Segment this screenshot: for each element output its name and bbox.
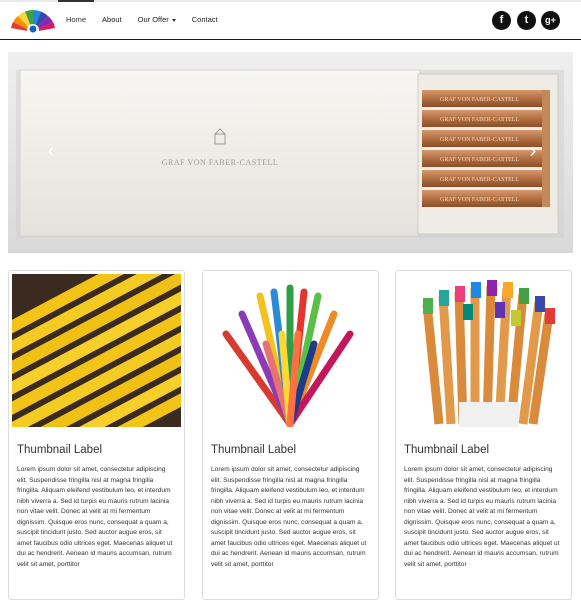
- navbar: Home About Our Offer Contact f t g+: [0, 0, 581, 40]
- thumbnail-card: Thumbnail Label Lorem ipsum dolor sit am…: [8, 270, 185, 600]
- nav-item-label: Contact: [191, 15, 218, 24]
- yellow-pencils-image[interactable]: [12, 274, 181, 427]
- thumbnail-card: Thumbnail Label Lorem ipsum dolor sit am…: [395, 270, 572, 600]
- twitter-icon[interactable]: t: [517, 11, 536, 30]
- carousel-slide-image: GRAF VON FABER-CASTELL GRAF VON FABER-CA…: [8, 52, 573, 253]
- colored-pencils-image[interactable]: [206, 274, 375, 427]
- markers-in-cup-image[interactable]: [399, 274, 568, 427]
- caret-down-icon: [171, 18, 176, 22]
- facebook-icon[interactable]: f: [492, 11, 511, 30]
- main-nav: Home About Our Offer Contact: [58, 0, 226, 39]
- thumbnail-label: Thumbnail Label: [211, 444, 297, 456]
- google-plus-icon[interactable]: g+: [541, 11, 560, 30]
- carousel-prev-button[interactable]: ‹: [44, 140, 58, 162]
- facebook-glyph: f: [499, 14, 504, 26]
- nav-item-label: About: [102, 15, 122, 24]
- nav-item-home[interactable]: Home: [58, 0, 95, 39]
- chevron-left-icon: ‹: [47, 140, 55, 162]
- thumbnail-label: Thumbnail Label: [404, 444, 490, 456]
- pencil-imprint: GRAF VON FABER-CASTELL: [440, 197, 519, 203]
- nav-item-label: Home: [66, 15, 87, 24]
- thumbnail-text: Lorem ipsum dolor sit amet, consectetur …: [17, 466, 173, 568]
- carousel-next-button[interactable]: ›: [526, 140, 540, 162]
- image-carousel[interactable]: GRAF VON FABER-CASTELL GRAF VON FABER-CA…: [8, 52, 573, 253]
- thumbnail-text: Lorem ipsum dolor sit amet, consectetur …: [211, 466, 367, 568]
- thumbnail-text: Lorem ipsum dolor sit amet, consectetur …: [404, 466, 560, 568]
- pencil-imprint: GRAF VON FABER-CASTELL: [440, 137, 519, 143]
- peacock-fan-logo-icon[interactable]: [9, 4, 57, 34]
- nav-item-label: Our Offer: [137, 15, 169, 24]
- chevron-right-icon: ›: [529, 140, 537, 162]
- nav-item-contact[interactable]: Contact: [184, 0, 226, 39]
- pencil-imprint: GRAF VON FABER-CASTELL: [440, 157, 519, 163]
- nav-item-our-offer[interactable]: Our Offer: [130, 0, 184, 39]
- thumbnail-label: Thumbnail Label: [17, 444, 103, 456]
- pencil-imprint: GRAF VON FABER-CASTELL: [440, 177, 519, 183]
- pencil-imprint: GRAF VON FABER-CASTELL: [440, 117, 519, 123]
- thumbnail-card: Thumbnail Label Lorem ipsum dolor sit am…: [202, 270, 379, 600]
- pencil-imprint: GRAF VON FABER-CASTELL: [440, 97, 519, 103]
- brand-text: GRAF VON FABER-CASTELL: [162, 158, 279, 167]
- google-plus-glyph: g+: [545, 15, 556, 25]
- twitter-glyph: t: [524, 14, 529, 26]
- nav-item-about[interactable]: About: [94, 0, 130, 39]
